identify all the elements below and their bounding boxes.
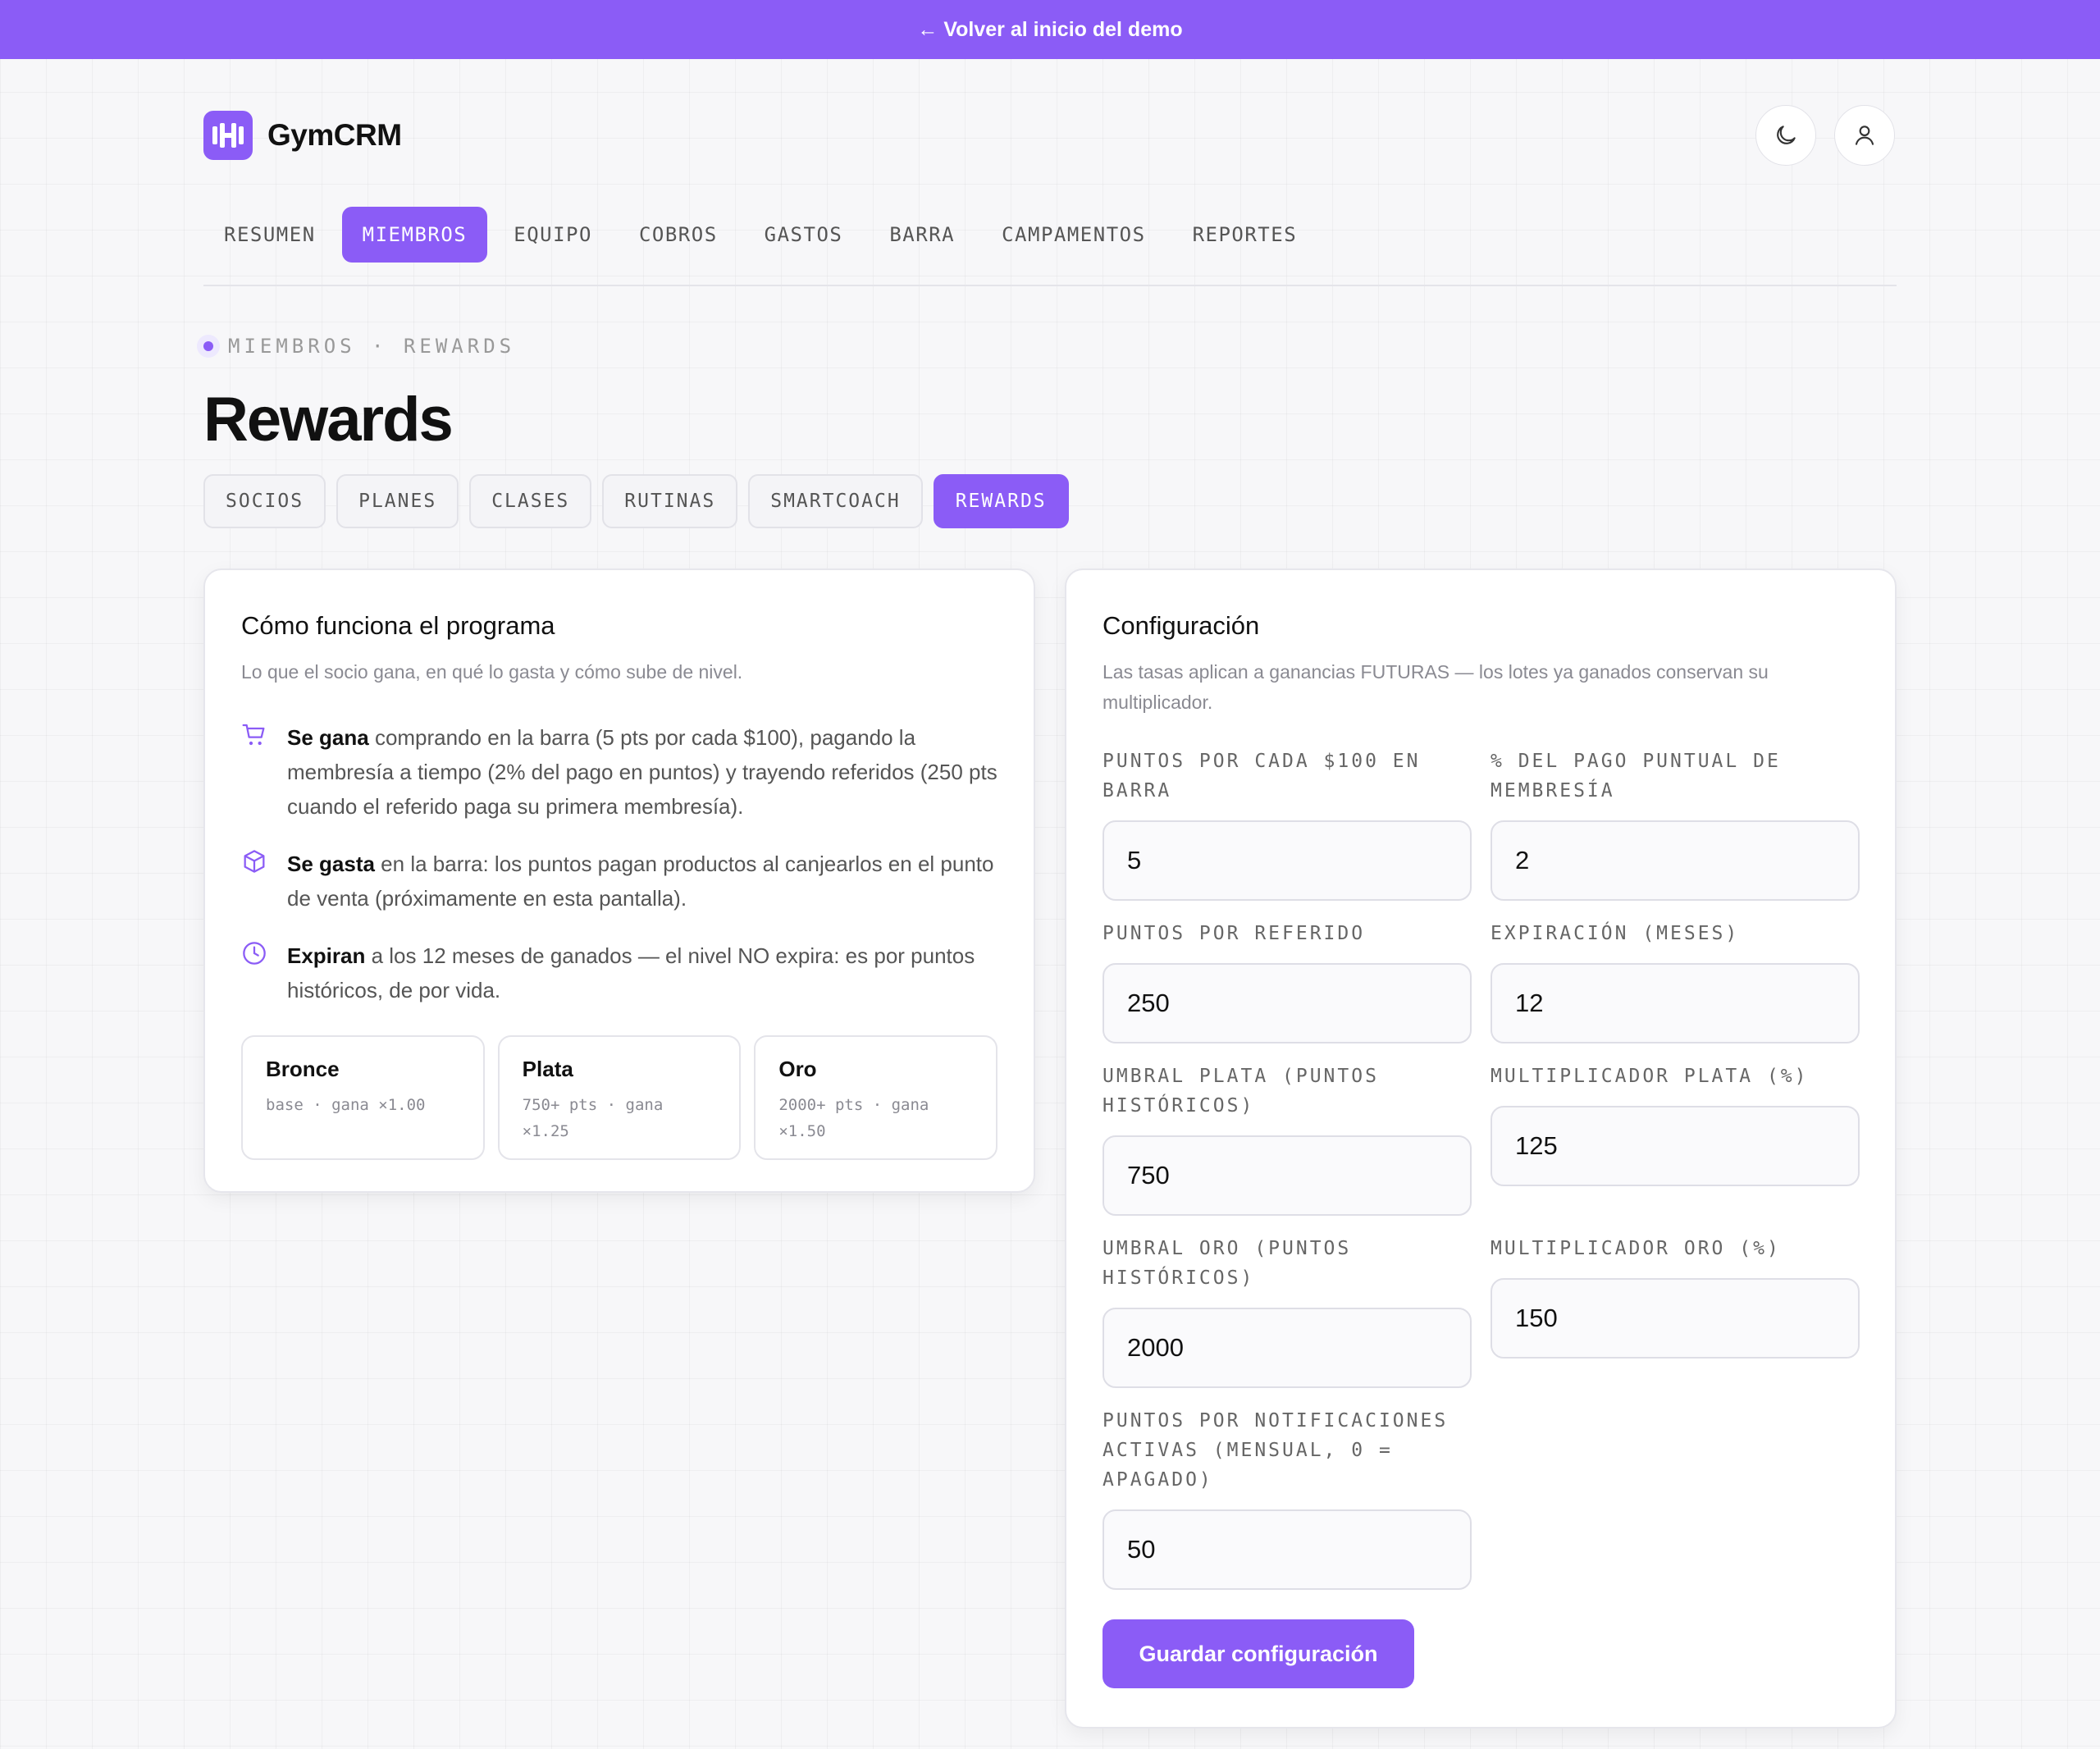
expiration-input[interactable]: 12 <box>1491 963 1860 1043</box>
breadcrumb-text: MIEMBROS · REWARDS <box>228 335 516 358</box>
back-to-demo-link[interactable]: ← Volver al inicio del demo <box>917 18 1182 42</box>
tab-clases[interactable]: CLASES <box>469 474 592 528</box>
cart-icon <box>241 720 267 824</box>
box-icon <box>241 847 267 916</box>
theme-toggle-button[interactable] <box>1755 105 1816 166</box>
nav-item-resumen[interactable]: RESUMEN <box>203 207 336 263</box>
nav-item-reportes[interactable]: REPORTES <box>1172 207 1318 263</box>
tier-plata: Plata 750+ pts · gana ×1.25 <box>497 1035 742 1160</box>
nav-item-campamentos[interactable]: CAMPAMENTOS <box>981 207 1166 263</box>
page-title: Rewards <box>203 385 454 454</box>
nav-item-equipo[interactable]: EQUIPO <box>493 207 613 263</box>
how-subtitle: Lo que el socio gana, en qué lo gasta y … <box>241 661 743 683</box>
tier-name: Bronce <box>266 1057 340 1081</box>
gold-threshold-label: UMBRAL ORO (PUNTOS HISTÓRICOS) <box>1102 1238 1352 1289</box>
referral-points-field: PUNTOS POR REFERIDO 250 <box>1102 919 1472 1043</box>
bar-points-label: PUNTOS POR CADA $100 EN BARRA <box>1102 751 1421 801</box>
tier-name: Plata <box>522 1057 573 1081</box>
rule-expire-text: Expiran a los 12 meses de ganados — el n… <box>287 943 975 1002</box>
nav-item-miembros[interactable]: MIEMBROS <box>341 207 488 263</box>
tab-smartcoach[interactable]: SMARTCOACH <box>748 474 923 528</box>
notif-points-field: PUNTOS POR NOTIFICACIONES ACTIVAS (MENSU… <box>1102 1406 1472 1590</box>
demo-banner: ← Volver al inicio del demo <box>0 0 2100 59</box>
referral-points-input[interactable]: 250 <box>1102 963 1472 1043</box>
expiration-field: EXPIRACIÓN (MESES) 12 <box>1491 919 1860 1043</box>
tier-name: Oro <box>778 1057 817 1081</box>
save-config-button[interactable]: Guardar configuración <box>1102 1619 1414 1688</box>
tier-desc: base · gana ×1.00 <box>266 1096 426 1114</box>
gold-threshold-input[interactable]: 2000 <box>1102 1308 1472 1388</box>
tab-rewards[interactable]: REWARDS <box>933 474 1069 528</box>
rule-spend-text: Se gasta en la barra: los puntos pagan p… <box>287 852 994 911</box>
rule-earn-text: Se gana comprando en la barra (5 pts por… <box>287 725 998 819</box>
gold-multiplier-input[interactable]: 150 <box>1491 1278 1860 1359</box>
tab-socios[interactable]: SOCIOS <box>203 474 326 528</box>
user-icon <box>1855 126 1874 145</box>
rule-expire: Expiran a los 12 meses de ganados — el n… <box>241 938 998 1007</box>
brand[interactable]: GymCRM <box>203 111 402 160</box>
rule-spend: Se gasta en la barra: los puntos pagan p… <box>241 847 998 916</box>
silver-threshold-field: UMBRAL PLATA (PUNTOS HISTÓRICOS) 750 <box>1102 1062 1472 1216</box>
silver-multiplier-input[interactable]: 125 <box>1491 1106 1860 1186</box>
silver-threshold-input[interactable]: 750 <box>1102 1135 1472 1216</box>
tab-rutinas[interactable]: RUTINAS <box>602 474 738 528</box>
silver-threshold-label: UMBRAL PLATA (PUNTOS HISTÓRICOS) <box>1102 1066 1379 1117</box>
nav-item-cobros[interactable]: COBROS <box>619 207 738 263</box>
tier-desc: 750+ pts · gana ×1.25 <box>522 1096 664 1140</box>
brand-name: GymCRM <box>267 118 402 152</box>
clock-icon <box>241 938 267 1007</box>
how-it-works-card: Cómo funciona el programa Lo que el soci… <box>203 569 1035 1193</box>
nav-item-gastos[interactable]: GASTOS <box>744 207 864 263</box>
dumbbell-logo-icon <box>203 111 253 160</box>
config-subtitle: Las tasas aplican a ganancias FUTURAS — … <box>1102 661 1769 713</box>
tier-list: Bronce base · gana ×1.00 Plata 750+ pts … <box>241 1035 998 1160</box>
silver-multiplier-label: MULTIPLICADOR PLATA (%) <box>1491 1066 1809 1087</box>
on-time-pct-label: % DEL PAGO PUNTUAL DE MEMBRESÍA <box>1491 751 1781 801</box>
tab-planes[interactable]: PLANES <box>336 474 459 528</box>
on-time-pct-field: % DEL PAGO PUNTUAL DE MEMBRESÍA 2 <box>1491 747 1860 901</box>
tier-oro: Oro 2000+ pts · gana ×1.50 <box>754 1035 998 1160</box>
breadcrumb: MIEMBROS · REWARDS <box>197 335 515 358</box>
main-nav: RESUMEN MIEMBROS EQUIPO COBROS GASTOS BA… <box>203 207 1323 263</box>
config-title: Configuración <box>1102 611 1260 640</box>
status-dot-icon <box>197 335 220 358</box>
gold-threshold-field: UMBRAL ORO (PUNTOS HISTÓRICOS) 2000 <box>1102 1234 1472 1388</box>
notif-points-label: PUNTOS POR NOTIFICACIONES ACTIVAS (MENSU… <box>1102 1410 1449 1491</box>
nav-item-barra[interactable]: BARRA <box>869 207 975 263</box>
nav-divider <box>203 285 1897 286</box>
referral-points-label: PUNTOS POR REFERIDO <box>1102 923 1366 944</box>
expiration-label: EXPIRACIÓN (MESES) <box>1491 923 1740 944</box>
moon-icon <box>1777 126 1796 144</box>
gold-multiplier-field: MULTIPLICADOR ORO (%) 150 <box>1491 1234 1860 1359</box>
how-title: Cómo funciona el programa <box>241 611 555 640</box>
rule-earn: Se gana comprando en la barra (5 pts por… <box>241 720 998 824</box>
silver-multiplier-field: MULTIPLICADOR PLATA (%) 125 <box>1491 1062 1860 1186</box>
notif-points-input[interactable]: 50 <box>1102 1509 1472 1590</box>
bar-points-input[interactable]: 5 <box>1102 820 1472 901</box>
tier-desc: 2000+ pts · gana ×1.50 <box>778 1096 929 1140</box>
gold-multiplier-label: MULTIPLICADOR ORO (%) <box>1491 1238 1781 1259</box>
tier-bronce: Bronce base · gana ×1.00 <box>241 1035 485 1160</box>
bar-points-field: PUNTOS POR CADA $100 EN BARRA 5 <box>1102 747 1472 901</box>
on-time-pct-input[interactable]: 2 <box>1491 820 1860 901</box>
members-subtabs: SOCIOS PLANES CLASES RUTINAS SMARTCOACH … <box>203 474 1069 528</box>
user-menu-button[interactable] <box>1834 105 1895 166</box>
